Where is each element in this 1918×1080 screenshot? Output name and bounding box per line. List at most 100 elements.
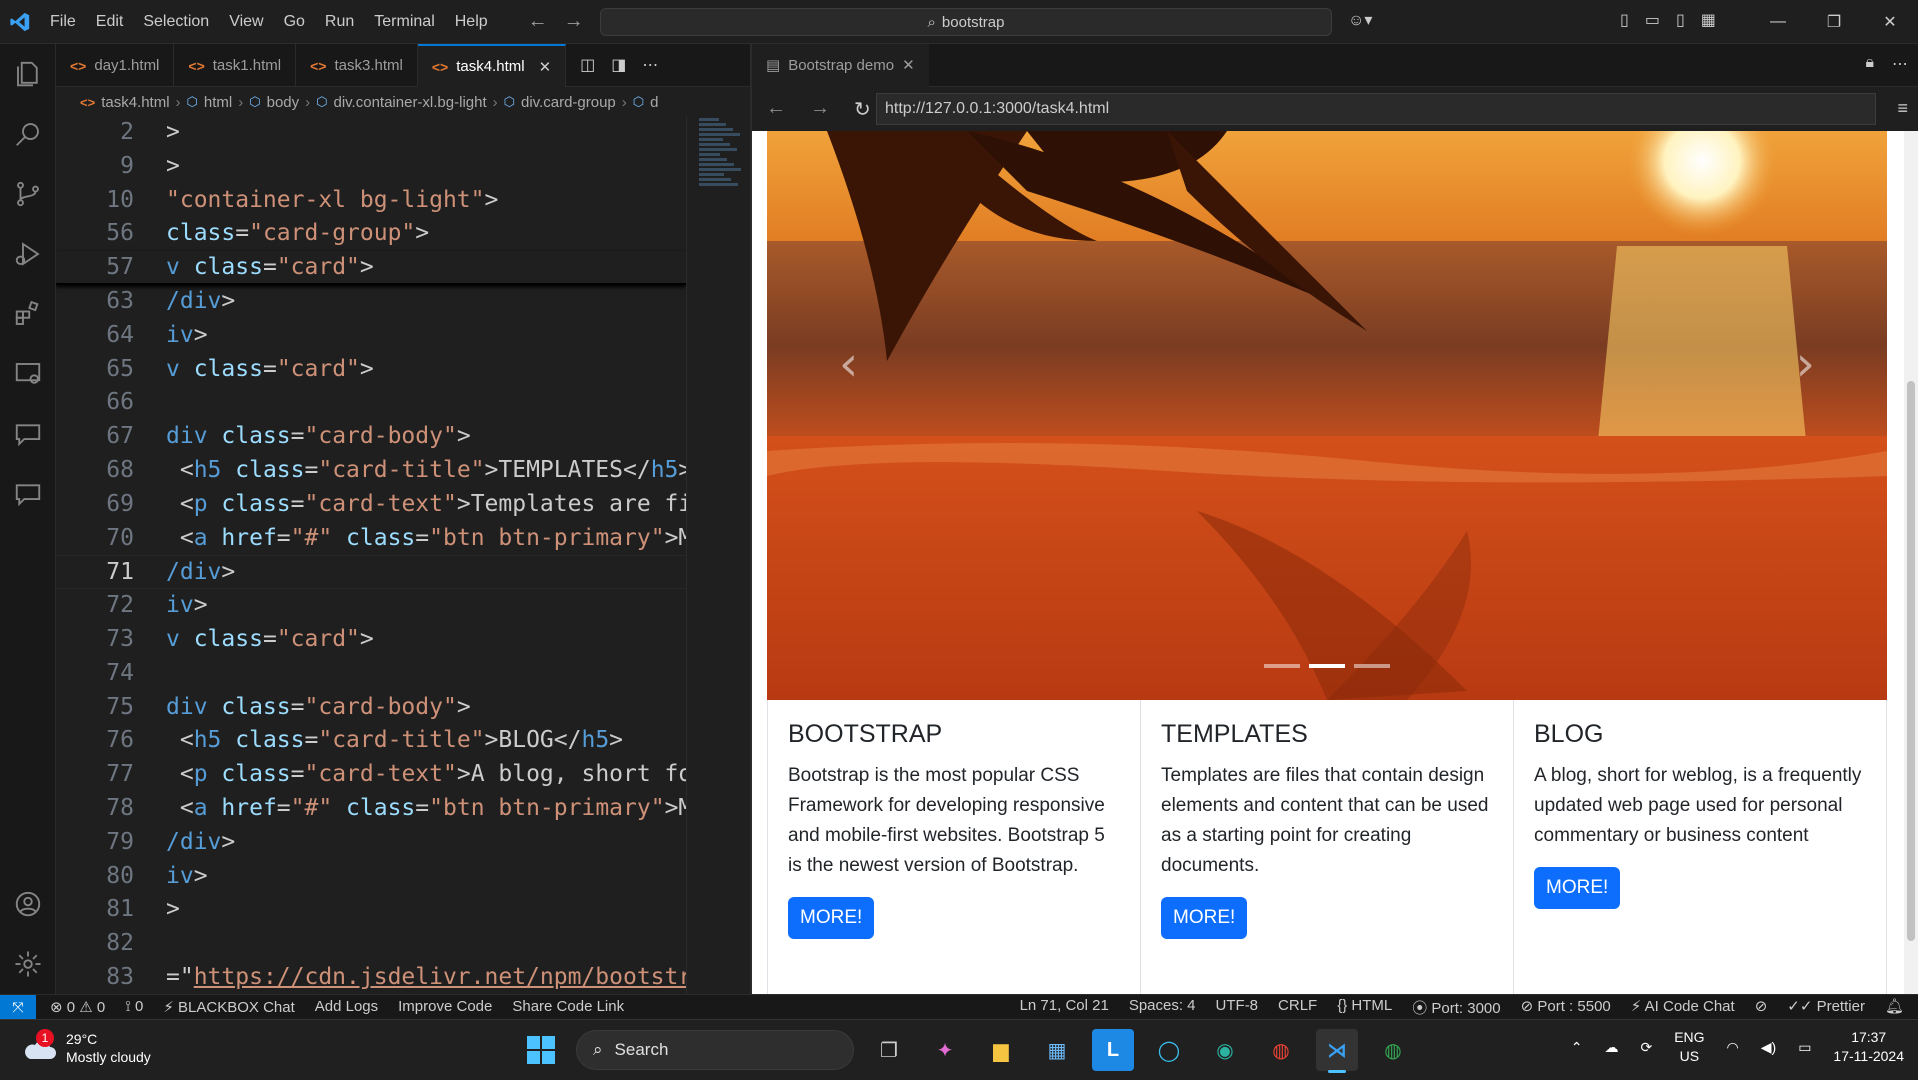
menu-icon[interactable]: ≡ <box>1897 98 1908 119</box>
lock-icon[interactable]: 🔒︎ <box>1865 54 1874 74</box>
copilot-icon[interactable]: ☺▾ <box>1348 10 1372 30</box>
weather-widget[interactable]: 1 29°C Mostly cloudy <box>22 1029 151 1066</box>
split-editor-icon[interactable]: ◨ <box>611 55 626 75</box>
code-line[interactable]: 73 v class="card"> <box>56 623 686 657</box>
open-preview-icon[interactable]: ◫ <box>580 55 595 75</box>
chrome-icon[interactable]: ◍ <box>1260 1029 1302 1071</box>
code-line[interactable]: 75 div class="card-body"> <box>56 691 686 725</box>
file-explorer-icon[interactable]: ▆ <box>980 1029 1022 1071</box>
code-line[interactable]: 72 iv> <box>56 589 686 623</box>
clock[interactable]: 17:37 17-11-2024 <box>1833 1028 1904 1066</box>
sync-icon[interactable]: ⟳ <box>1640 1039 1652 1056</box>
code-line[interactable]: 80 iv> <box>56 860 686 894</box>
breadcrumb-item[interactable]: task4.html <box>101 94 169 111</box>
search-icon[interactable] <box>0 104 56 164</box>
menu-item-selection[interactable]: Selection <box>133 0 219 44</box>
menu-item-terminal[interactable]: Terminal <box>364 0 444 44</box>
tab-task3[interactable]: <> task3.html <box>296 44 418 87</box>
forward-arrow-icon[interactable]: → <box>564 10 584 33</box>
taskbar-search[interactable]: ⌕ Search <box>576 1030 854 1070</box>
code-line[interactable]: 79/div> <box>56 826 686 860</box>
share-code-link-button[interactable]: Share Code Link <box>512 998 624 1016</box>
comments-icon[interactable] <box>0 464 56 524</box>
add-logs-button[interactable]: Add Logs <box>315 998 378 1016</box>
close-window-icon[interactable]: ✕ <box>1862 0 1918 44</box>
edge-icon[interactable]: ◉ <box>1204 1029 1246 1071</box>
url-input[interactable]: http://127.0.0.1:3000/task4.html <box>876 93 1876 125</box>
ports-status[interactable]: ⟟ 0 <box>125 998 143 1016</box>
remote-indicator-icon[interactable]: ⤧ <box>0 994 36 1020</box>
code-editor[interactable]: 2 >9 >10 "container-xl bg-light"> 56 class="c… <box>56 116 686 994</box>
carousel-indicator[interactable] <box>1264 664 1300 668</box>
start-button[interactable] <box>520 1029 562 1071</box>
code-line[interactable]: 67 div class="card-body"> <box>56 420 686 454</box>
remote-explorer-icon[interactable] <box>0 344 56 404</box>
menu-item-view[interactable]: View <box>219 0 273 44</box>
volume-icon[interactable]: ◀) <box>1761 1039 1776 1056</box>
code-line[interactable]: 69 <p class="card-text">Templates are fi <box>56 488 686 522</box>
cortana-icon[interactable]: ◯ <box>1148 1029 1190 1071</box>
carousel-prev-button[interactable]: ‹ <box>839 336 858 392</box>
minimap[interactable] <box>686 116 750 994</box>
breadcrumb-item[interactable]: div.container-xl.bg-light <box>334 94 487 111</box>
menu-item-help[interactable]: Help <box>445 0 498 44</box>
code-line[interactable]: 57 v class="card"> <box>56 251 686 285</box>
menu-item-go[interactable]: Go <box>274 0 315 44</box>
restore-icon[interactable]: ❐ <box>1806 0 1862 44</box>
toggle-secondary-sidebar-icon[interactable]: ▯ <box>1676 10 1685 30</box>
task-view-icon[interactable]: ❐ <box>868 1029 910 1071</box>
more-button[interactable]: MORE! <box>1161 897 1248 939</box>
minimize-icon[interactable]: — <box>1750 0 1806 44</box>
code-line[interactable]: 71/div> <box>56 555 686 590</box>
run-debug-icon[interactable] <box>0 224 56 284</box>
extensions-icon[interactable] <box>0 284 56 344</box>
tab-bootstrap-demo[interactable]: ▤ Bootstrap demo ✕ <box>752 43 929 87</box>
toggle-primary-sidebar-icon[interactable]: ▯ <box>1620 10 1629 30</box>
command-center-search[interactable]: ⌕ bootstrap <box>600 8 1332 36</box>
carousel-next-button[interactable]: › <box>1796 336 1815 392</box>
more-button[interactable]: MORE! <box>788 897 875 939</box>
code-line[interactable]: 82 <box>56 927 686 961</box>
microsoft-store-icon[interactable]: ▦ <box>1036 1029 1078 1071</box>
close-tab-icon[interactable]: ✕ <box>539 58 552 76</box>
tab-day1[interactable]: <> day1.html <box>56 44 175 87</box>
breadcrumb-item[interactable]: d <box>650 94 658 111</box>
end-of-line[interactable]: CRLF <box>1278 997 1317 1018</box>
improve-code-button[interactable]: Improve Code <box>398 998 492 1016</box>
toggle-panel-icon[interactable]: ▭ <box>1645 10 1660 30</box>
chrome-profile-icon[interactable]: ◍ <box>1372 1029 1414 1071</box>
customize-layout-icon[interactable]: ▦ <box>1701 10 1716 30</box>
code-line[interactable]: 70 <a href="#" class="btn btn-primary">M… <box>56 522 686 556</box>
carousel-indicator[interactable] <box>1309 664 1345 668</box>
code-line[interactable]: 81 > <box>56 893 686 927</box>
back-arrow-icon[interactable]: ← <box>766 97 786 122</box>
code-line[interactable]: 74 <box>56 657 686 691</box>
more-button[interactable]: MORE! <box>1534 867 1621 909</box>
code-line[interactable]: 64 iv> <box>56 319 686 353</box>
back-arrow-icon[interactable]: ← <box>528 10 548 33</box>
copilot-status-icon[interactable]: ⊘ <box>1755 997 1768 1018</box>
language-indicator[interactable]: ENG US <box>1674 1028 1704 1066</box>
blackbox-chat-button[interactable]: ⚡ BLACKBOX Chat <box>163 998 294 1016</box>
language-mode[interactable]: {} HTML <box>1337 997 1392 1018</box>
forward-arrow-icon[interactable]: → <box>810 97 830 122</box>
show-hidden-icons-icon[interactable]: ⌃ <box>1571 1039 1583 1056</box>
live-server-port[interactable]: ⊘ Port : 5500 <box>1521 997 1611 1018</box>
problems-status[interactable]: ⊗ 0 ⚠ 0 <box>50 998 105 1016</box>
battery-icon[interactable]: ▭ <box>1798 1039 1811 1056</box>
accounts-icon[interactable] <box>0 874 56 934</box>
tab-task4[interactable]: <> task4.html ✕ <box>417 44 567 87</box>
menu-item-file[interactable]: File <box>40 0 86 44</box>
breadcrumb-item[interactable]: div.card-group <box>521 94 616 111</box>
indentation[interactable]: Spaces: 4 <box>1129 997 1196 1018</box>
encoding[interactable]: UTF-8 <box>1216 997 1259 1018</box>
l-app-icon[interactable]: L <box>1092 1029 1134 1071</box>
prettier-status[interactable]: ✓✓ Prettier <box>1787 997 1865 1018</box>
reload-icon[interactable]: ↻ <box>854 97 871 122</box>
explorer-icon[interactable] <box>0 44 56 104</box>
notifications-icon[interactable]: 🔔︎ <box>1885 997 1904 1018</box>
close-tab-icon[interactable]: ✕ <box>902 56 915 74</box>
tab-task1[interactable]: <> task1.html <box>174 44 297 87</box>
code-line[interactable]: 77 <p class="card-text">A blog, short fo <box>56 758 686 792</box>
code-line[interactable]: 65 v class="card"> <box>56 353 686 387</box>
